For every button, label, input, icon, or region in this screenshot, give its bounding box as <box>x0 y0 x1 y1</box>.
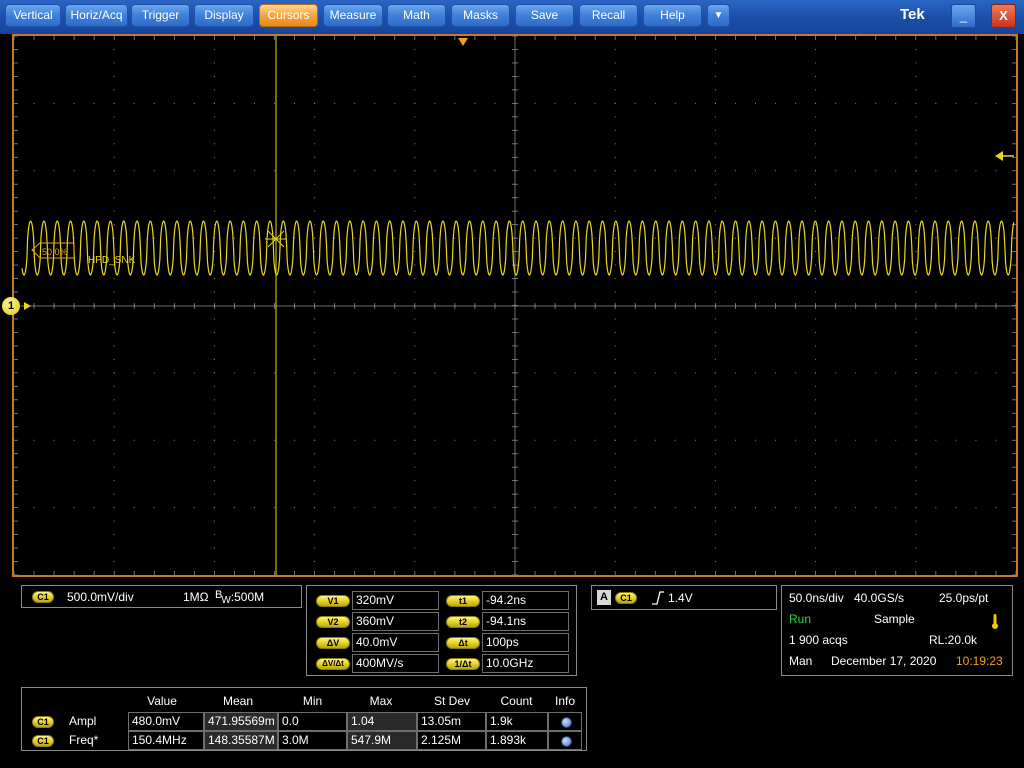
t2-badge: t2 <box>446 616 480 628</box>
row1-info-cell[interactable] <box>548 712 582 731</box>
bandwidth-value: :500M <box>230 590 265 604</box>
menu-horiz-acq[interactable]: Horiz/Acq <box>65 4 128 27</box>
vertical-scale: 500.0mV/div <box>67 590 134 604</box>
delta-v-badge: ΔV <box>316 637 350 649</box>
row2-badge: C1 <box>32 735 54 747</box>
row2-name: Freq* <box>69 733 99 747</box>
close-button[interactable]: X <box>991 4 1016 28</box>
rising-edge-icon <box>652 591 664 605</box>
acquisition-mode: Sample <box>874 612 915 626</box>
acquisition-count: 1 900 acqs <box>789 633 848 647</box>
v2-badge: V2 <box>316 616 350 628</box>
t2-value: -94.1ns <box>482 612 569 631</box>
minimize-button[interactable]: _ <box>951 4 976 28</box>
delta-v-dt-value: 400MV/s <box>352 654 439 673</box>
horizontal-mode: Man <box>789 654 813 668</box>
header-stdev: St Dev <box>433 694 470 708</box>
trigger-panel[interactable]: A C1 1.4V <box>591 585 777 610</box>
menu-measure[interactable]: Measure <box>323 4 383 27</box>
waveform-trace <box>21 220 1015 276</box>
row1-mean: 471.95569m <box>204 712 278 731</box>
menu-recall[interactable]: Recall <box>579 4 638 27</box>
row2-count: 1.893k <box>486 731 548 750</box>
bandwidth-readout: BW:500M <box>215 588 265 606</box>
header-mean: Mean <box>222 694 254 708</box>
trigger-source-badge: C1 <box>615 592 637 604</box>
row1-value: 480.0mV <box>128 712 204 731</box>
menu-math[interactable]: Math <box>387 4 446 27</box>
header-min: Min <box>302 694 323 708</box>
menu-vertical[interactable]: Vertical <box>5 4 61 27</box>
channel-badge: C1 <box>32 591 54 603</box>
cursor-marker <box>265 228 287 250</box>
horizontal-scale: 50.0ns/div <box>789 591 844 605</box>
channel1-marker[interactable]: 1 <box>2 297 20 315</box>
v2-value: 360mV <box>352 612 439 631</box>
channel1-marker-label: 1 <box>7 300 15 312</box>
date: December 17, 2020 <box>831 654 937 668</box>
input-impedance: 1MΩ <box>183 590 209 604</box>
v1-badge: V1 <box>316 595 350 607</box>
menu-trigger[interactable]: Trigger <box>131 4 190 27</box>
info-icon[interactable] <box>561 736 572 747</box>
row2-stdev: 2.125M <box>417 731 486 750</box>
row1-count: 1.9k <box>486 712 548 731</box>
info-icon[interactable] <box>561 717 572 728</box>
trigger-level-arrow <box>995 151 1003 161</box>
record-length: RL:20.0k <box>929 633 978 647</box>
row1-badge: C1 <box>32 716 54 728</box>
graticule: 50.0% HPD_SNK <box>14 36 1016 575</box>
menu-masks[interactable]: Masks <box>451 4 510 27</box>
menu-cursors[interactable]: Cursors <box>259 4 318 27</box>
brand-logo: Tek <box>900 6 925 23</box>
row1-max: 1.04 <box>347 712 417 731</box>
reference-level-label: 50.0% <box>42 247 68 257</box>
menu-dropdown-button[interactable]: ▼ <box>707 4 730 27</box>
header-value: Value <box>147 694 177 708</box>
menu-bar: Vertical Horiz/Acq Trigger Display Curso… <box>0 0 1024 34</box>
row2-info-cell[interactable] <box>548 731 582 750</box>
channel1-offset-arrow <box>24 302 31 310</box>
header-count: Count <box>500 694 533 708</box>
time-resolution: 25.0ps/pt <box>939 591 989 605</box>
row1-min: 0.0 <box>278 712 347 731</box>
row1-stdev: 13.05m <box>417 712 486 731</box>
header-max: Max <box>369 694 393 708</box>
inverse-delta-t-value: 10.0GHz <box>482 654 569 673</box>
measurements-table[interactable]: Value Mean Min Max St Dev Count Info C1 … <box>21 687 587 751</box>
menu-display[interactable]: Display <box>194 4 254 27</box>
menu-save[interactable]: Save <box>515 4 574 27</box>
menu-help[interactable]: Help <box>643 4 702 27</box>
delta-t-value: 100ps <box>482 633 569 652</box>
thermometer-icon <box>992 614 998 629</box>
delta-v-dt-badge: ΔV/Δt <box>316 658 350 670</box>
signal-label: HPD_SNK <box>88 255 136 266</box>
waveform-display[interactable]: 50.0% HPD_SNK <box>12 34 1018 577</box>
delta-t-badge: Δt <box>446 637 480 649</box>
trigger-level: 1.4V <box>668 591 693 605</box>
v1-value: 320mV <box>352 591 439 610</box>
row2-value: 150.4MHz <box>128 731 204 750</box>
trigger-mode-badge: A <box>597 590 611 605</box>
row2-mean: 148.35587M <box>204 731 278 750</box>
trigger-position-marker <box>458 38 468 46</box>
inverse-delta-t-badge: 1/Δt <box>446 658 480 670</box>
graticule-grid <box>14 36 1016 575</box>
row2-min: 3.0M <box>278 731 347 750</box>
t1-badge: t1 <box>446 595 480 607</box>
bandwidth-w: W <box>221 595 231 606</box>
sample-rate: 40.0GS/s <box>854 591 905 605</box>
horizontal-acq-panel[interactable]: 50.0ns/div 40.0GS/s 25.0ps/pt Run Sample… <box>781 585 1013 676</box>
time: 10:19:23 <box>956 654 1003 668</box>
row1-name: Ampl <box>69 714 97 728</box>
delta-v-value: 40.0mV <box>352 633 439 652</box>
channel-panel[interactable]: C1 500.0mV/div 1MΩ BW:500M <box>21 585 302 608</box>
t1-value: -94.2ns <box>482 591 569 610</box>
row2-max: 547.9M <box>347 731 417 750</box>
cursor-readout-panel[interactable]: V1 320mV V2 360mV ΔV 40.0mV ΔV/Δt 400MV/… <box>306 585 577 676</box>
header-info: Info <box>554 694 575 708</box>
acquisition-state: Run <box>789 612 812 626</box>
